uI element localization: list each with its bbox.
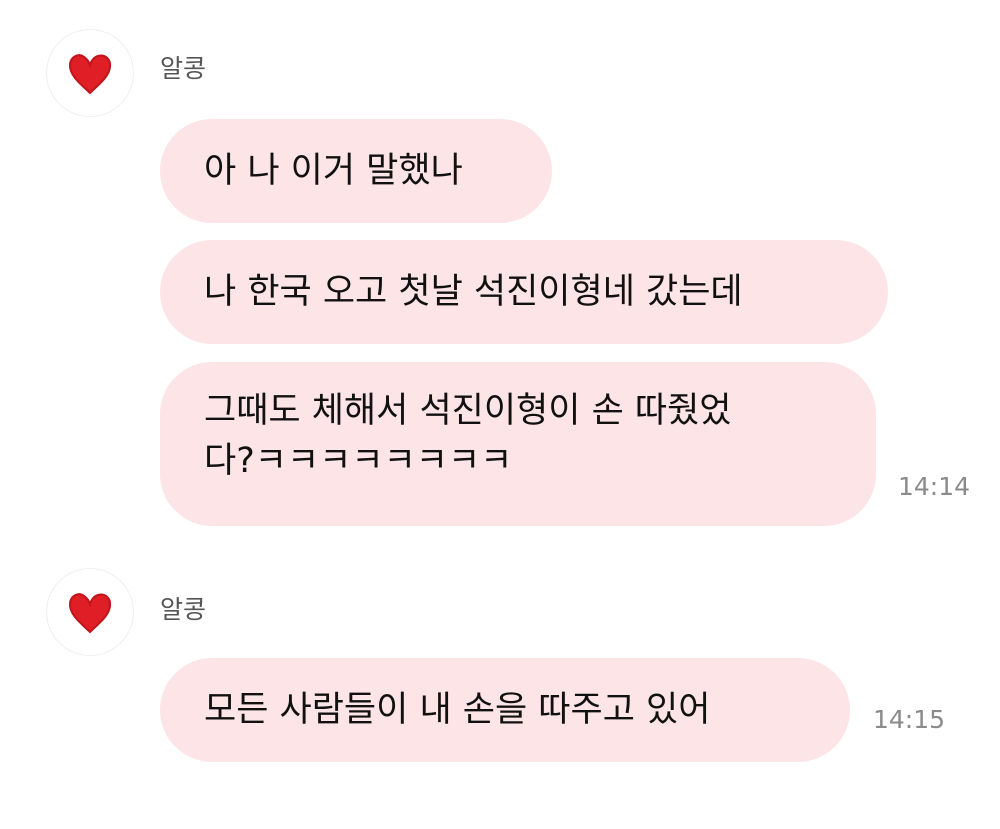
message-text-line: 다?ㅋㅋㅋㅋㅋㅋㅋㅋ	[204, 441, 513, 481]
red-heart-icon	[68, 593, 112, 634]
message-bubble[interactable]: 나 한국 오고 첫날 석진이형네 갔는데	[160, 240, 888, 344]
sender-avatar[interactable]	[47, 569, 133, 655]
message-text: 모든 사람들이 내 손을 따주고 있어	[204, 690, 711, 730]
message-bubble[interactable]: 그때도 체해서 석진이형이 손 따줬었 다?ㅋㅋㅋㅋㅋㅋㅋㅋ	[160, 362, 876, 526]
message-bubble[interactable]: 모든 사람들이 내 손을 따주고 있어	[160, 658, 850, 762]
message-text: 나 한국 오고 첫날 석진이형네 갔는데	[204, 272, 743, 312]
message-timestamp: 14:15	[873, 705, 946, 734]
red-heart-icon	[68, 54, 112, 95]
sender-name: 알콩	[160, 54, 207, 83]
message-text: 아 나 이거 말했나	[204, 151, 463, 191]
sender-avatar[interactable]	[47, 30, 133, 116]
message-timestamp: 14:14	[898, 472, 971, 501]
sender-name: 알콩	[160, 595, 207, 624]
message-text-line: 그때도 체해서 석진이형이 손 따줬었	[204, 391, 732, 431]
message-bubble[interactable]: 아 나 이거 말했나	[160, 119, 552, 223]
